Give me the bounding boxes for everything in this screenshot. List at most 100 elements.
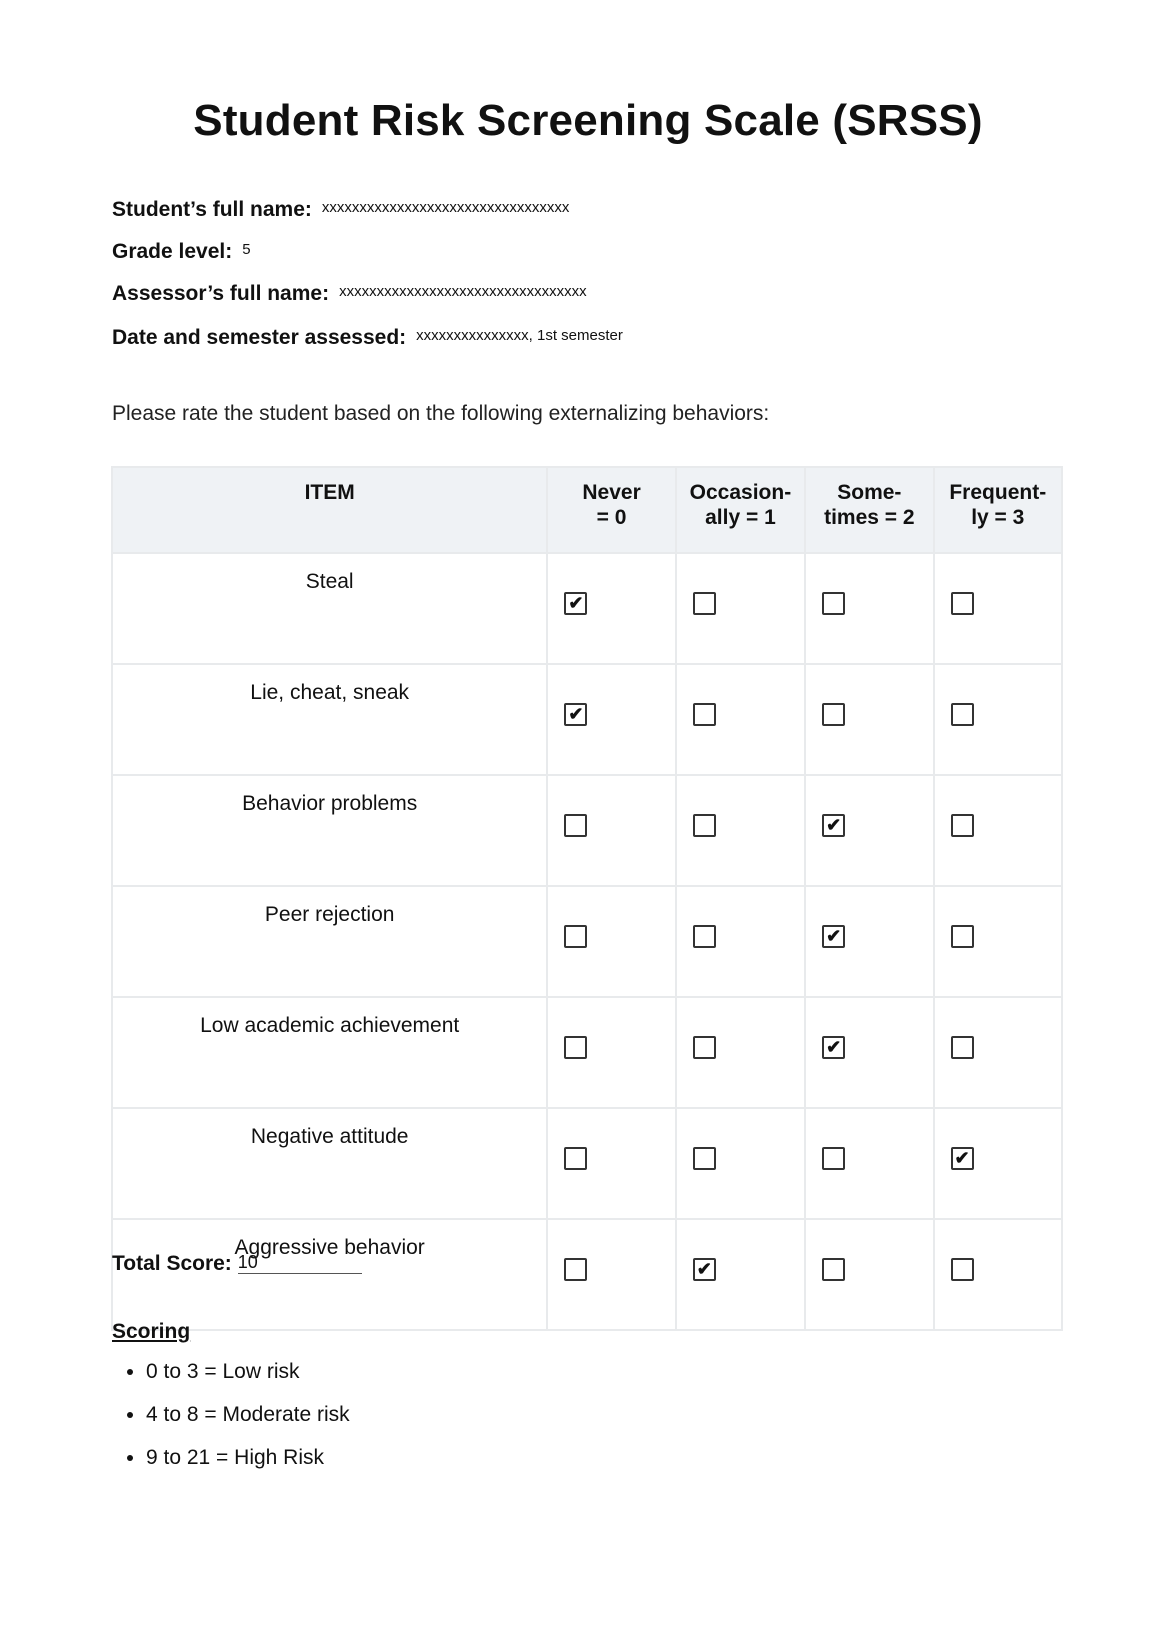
rating-cell-frequently [932, 996, 1064, 1109]
rating-cell-occasionally [674, 1107, 807, 1220]
checkbox-sometimes[interactable]: ✔ [822, 814, 846, 837]
checkmark-icon: ✔ [826, 815, 842, 835]
checkbox-never[interactable] [564, 925, 588, 948]
checkbox-never[interactable] [564, 1258, 588, 1281]
header-frequently: Frequent- ly = 3 [932, 466, 1064, 554]
checkbox-frequently[interactable]: ✔ [950, 1147, 974, 1170]
scoring-item-low: 0 to 3 = Low risk [146, 1352, 350, 1395]
checkbox-occasionally[interactable] [692, 1036, 716, 1059]
table-row: Behavior problems ✔ [110, 774, 1064, 887]
rating-cell-frequently: ✔ [932, 1107, 1064, 1220]
table-row: Low academic achievement ✔ [110, 996, 1064, 1109]
rating-cell-never [546, 885, 677, 998]
checkbox-never[interactable]: ✔ [564, 703, 588, 726]
rating-cell-never [546, 774, 677, 887]
item-label: Behavior problems [110, 774, 549, 887]
checkmark-icon: ✔ [568, 704, 584, 724]
checkmark-icon: ✔ [826, 926, 842, 946]
rating-cell-sometimes [804, 1218, 935, 1331]
rating-cell-sometimes [804, 663, 935, 776]
item-label: Negative attitude [110, 1107, 549, 1220]
table-header-row: ITEM Never = 0 Occasion- ally = 1 Some- … [110, 466, 1064, 554]
assessor-name-field: Assessor’s full name: xxxxxxxxxxxxxxxxxxx… [112, 282, 587, 306]
checkbox-sometimes[interactable]: ✔ [822, 1036, 846, 1059]
rating-cell-occasionally [674, 552, 807, 665]
student-name-field: Student’s full name: xxxxxxxxxxxxxxxxxxxx… [112, 198, 569, 222]
rating-cell-sometimes: ✔ [804, 996, 935, 1109]
checkmark-icon: ✔ [568, 593, 584, 613]
rating-cell-never [546, 1218, 677, 1331]
checkbox-sometimes[interactable]: ✔ [822, 925, 846, 948]
checkbox-sometimes[interactable] [822, 703, 846, 726]
rating-table: ITEM Never = 0 Occasion- ally = 1 Some- … [110, 466, 1064, 1331]
checkbox-never[interactable] [564, 1036, 588, 1059]
rating-cell-sometimes: ✔ [804, 885, 935, 998]
date-semester-value[interactable]: xxxxxxxxxxxxxxx, 1st semester [416, 327, 623, 344]
header-occasionally: Occasion- ally = 1 [674, 466, 807, 554]
checkbox-occasionally[interactable] [692, 703, 716, 726]
table-row: Negative attitude ✔ [110, 1107, 1064, 1220]
rating-cell-sometimes [804, 1107, 935, 1220]
item-label: Steal [110, 552, 549, 665]
checkbox-sometimes[interactable] [822, 1258, 846, 1281]
checkbox-occasionally[interactable] [692, 592, 716, 615]
assessor-name-value[interactable]: xxxxxxxxxxxxxxxxxxxxxxxxxxxxxxxxx [339, 283, 587, 300]
grade-level-label: Grade level: [112, 240, 233, 263]
checkbox-occasionally[interactable] [692, 925, 716, 948]
rating-cell-occasionally [674, 885, 807, 998]
checkbox-never[interactable] [564, 814, 588, 837]
rating-cell-frequently [932, 552, 1064, 665]
checkbox-occasionally[interactable] [692, 814, 716, 837]
checkbox-frequently[interactable] [950, 1258, 974, 1281]
grade-level-field: Grade level: 5 [112, 240, 251, 264]
rating-cell-occasionally [674, 774, 807, 887]
checkmark-icon: ✔ [954, 1148, 970, 1168]
total-score: Total Score: 10 [112, 1252, 362, 1276]
rating-cell-frequently [932, 1218, 1064, 1331]
rating-cell-sometimes [804, 552, 935, 665]
rating-cell-never: ✔ [546, 552, 677, 665]
scoring-item-high: 9 to 21 = High Risk [146, 1438, 350, 1481]
student-name-label: Student’s full name: [112, 198, 312, 221]
date-semester-field: Date and semester assessed: xxxxxxxxxxxxx… [112, 326, 623, 350]
rating-cell-occasionally: ✔ [674, 1218, 807, 1331]
rating-cell-never: ✔ [546, 663, 677, 776]
checkbox-never[interactable]: ✔ [564, 592, 588, 615]
table-row: Steal ✔ [110, 552, 1064, 665]
rating-cell-occasionally [674, 996, 807, 1109]
table-row: Peer rejection ✔ [110, 885, 1064, 998]
instructions-text: Please rate the student based on the fol… [112, 402, 770, 425]
checkbox-frequently[interactable] [950, 925, 974, 948]
total-score-value[interactable]: 10 [237, 1252, 362, 1274]
grade-level-value[interactable]: 5 [242, 241, 250, 258]
assessor-name-label: Assessor’s full name: [112, 282, 330, 305]
checkbox-sometimes[interactable] [822, 1147, 846, 1170]
item-label: Lie, cheat, sneak [110, 663, 549, 776]
checkbox-occasionally[interactable] [692, 1147, 716, 1170]
checkbox-frequently[interactable] [950, 1036, 974, 1059]
rating-cell-never [546, 996, 677, 1109]
date-semester-label: Date and semester assessed: [112, 326, 407, 349]
checkbox-frequently[interactable] [950, 703, 974, 726]
checkbox-sometimes[interactable] [822, 592, 846, 615]
student-name-value[interactable]: xxxxxxxxxxxxxxxxxxxxxxxxxxxxxxxxx [322, 199, 570, 216]
checkmark-icon: ✔ [696, 1259, 712, 1279]
rating-cell-frequently [932, 663, 1064, 776]
item-label: Peer rejection [110, 885, 549, 998]
checkmark-icon: ✔ [826, 1037, 842, 1057]
header-never: Never = 0 [546, 466, 677, 554]
rating-cell-never [546, 1107, 677, 1220]
page-title: Student Risk Screening Scale (SRSS) [193, 96, 983, 145]
item-label: Low academic achievement [110, 996, 549, 1109]
checkbox-frequently[interactable] [950, 814, 974, 837]
checkbox-frequently[interactable] [950, 592, 974, 615]
checkbox-never[interactable] [564, 1147, 588, 1170]
rating-cell-occasionally [674, 663, 807, 776]
header-sometimes: Some- times = 2 [804, 466, 935, 554]
header-item: ITEM [110, 466, 549, 554]
checkbox-occasionally[interactable]: ✔ [692, 1258, 716, 1281]
table-row: Lie, cheat, sneak ✔ [110, 663, 1064, 776]
rating-cell-frequently [932, 885, 1064, 998]
scoring-list: 0 to 3 = Low risk 4 to 8 = Moderate risk… [112, 1352, 350, 1481]
scoring-heading: Scoring [112, 1320, 191, 1343]
